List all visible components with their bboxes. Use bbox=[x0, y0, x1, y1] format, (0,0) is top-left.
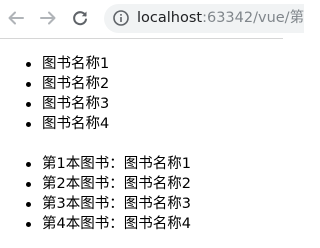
reload-button[interactable] bbox=[68, 6, 92, 30]
reload-icon bbox=[73, 11, 87, 26]
url-path: :63342/vue/第 bbox=[202, 10, 304, 26]
list-item: 图书名称4 bbox=[25, 116, 110, 132]
url-host: localhost bbox=[137, 10, 203, 26]
arrow-right-icon bbox=[40, 11, 56, 25]
back-button[interactable] bbox=[4, 6, 28, 30]
list-item: 第4本图书：图书名称4 bbox=[26, 216, 191, 232]
list-item: 第2本图书：图书名称2 bbox=[26, 176, 191, 192]
forward-button[interactable] bbox=[36, 6, 60, 30]
url-text[interactable]: localhost:63342/vue/第 bbox=[137, 9, 304, 27]
arrow-left-icon bbox=[8, 11, 24, 25]
indexed-book-list: 第1本图书：图书名称1 第2本图书：图书名称2 第3本图书：图书名称3 第4本图… bbox=[0, 154, 191, 234]
list-item: 图书名称2 bbox=[25, 76, 110, 92]
list-item: 图书名称3 bbox=[25, 96, 110, 112]
list-item: 第3本图书：图书名称3 bbox=[26, 196, 191, 212]
info-icon[interactable] bbox=[113, 10, 129, 26]
book-list: 图书名称1 图书名称2 图书名称3 图书名称4 bbox=[0, 54, 109, 134]
browser-toolbar: localhost:63342/vue/第 bbox=[0, 0, 304, 39]
list-item: 图书名称1 bbox=[25, 56, 110, 72]
address-bar[interactable]: localhost:63342/vue/第 bbox=[104, 4, 304, 33]
list-item: 第1本图书：图书名称1 bbox=[26, 156, 191, 172]
